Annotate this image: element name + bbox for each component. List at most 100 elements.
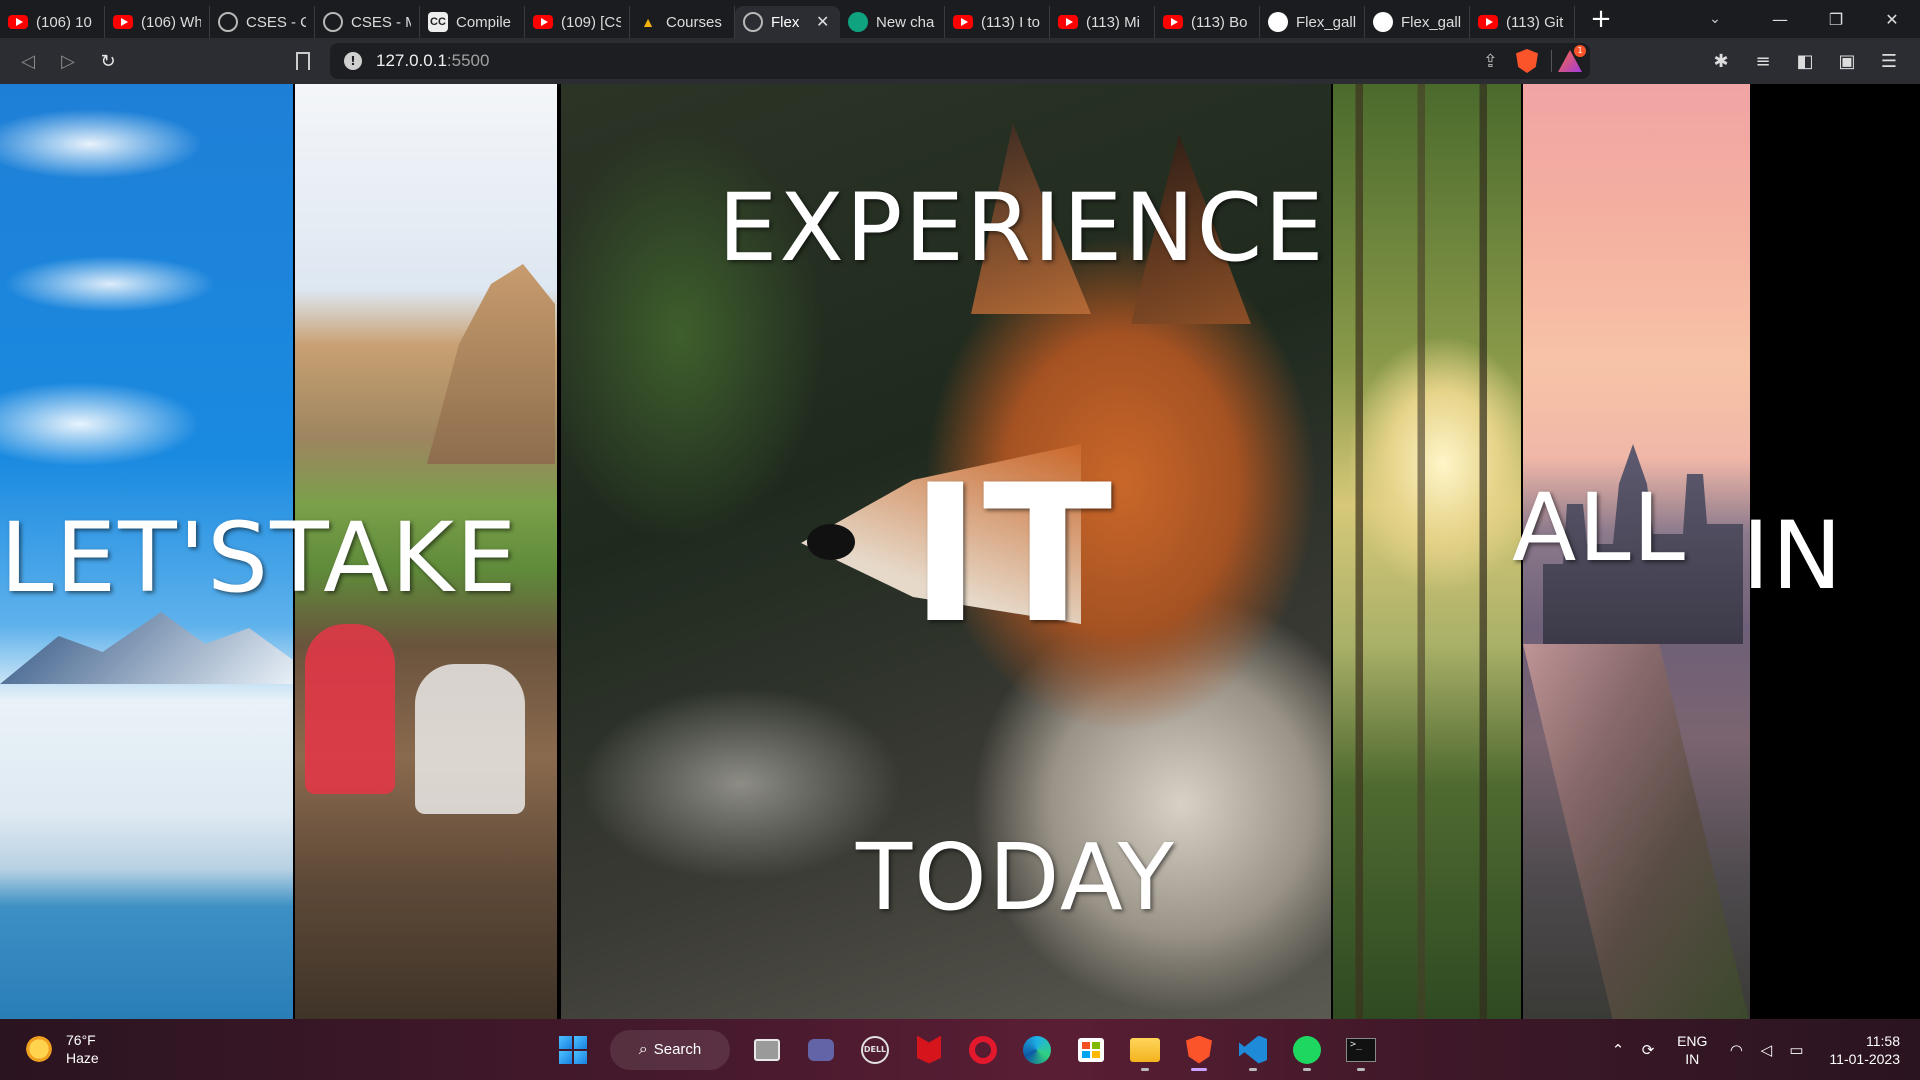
url-host: 127.0.0.1 [376, 51, 447, 70]
tab-title: (113) Bo [1191, 13, 1248, 31]
tab-title: Compile [456, 13, 512, 31]
terminal-icon: >_ [1346, 1037, 1376, 1062]
windows-icon [559, 1035, 587, 1064]
browser-tab[interactable]: CC Compile [420, 6, 525, 38]
clock-date: 11-01-2023 [1829, 1050, 1900, 1067]
courses-icon: ▲ [641, 14, 655, 30]
url-text[interactable]: 127.0.0.1:5500 [376, 51, 489, 71]
task-view-button[interactable] [745, 1028, 789, 1072]
fox-nose-image [807, 524, 855, 560]
search-icon: ⌕ [638, 1040, 648, 1058]
menu-icon[interactable]: ☰ [1868, 51, 1910, 72]
globe-icon [743, 12, 763, 32]
browser-tab[interactable]: (106) 10 [0, 6, 105, 38]
haze-sun-icon [24, 1034, 54, 1064]
vscode-button[interactable] [1231, 1028, 1275, 1072]
browser-tab[interactable]: (106) Wh [105, 6, 210, 38]
browser-tab[interactable]: Flex_gall [1260, 6, 1365, 38]
extensions-icon[interactable]: ✱ [1700, 51, 1742, 72]
language-indicator[interactable]: ENG IN [1677, 1032, 1707, 1068]
new-tab-button[interactable]: + [1581, 4, 1621, 34]
site-info-icon[interactable]: ! [344, 52, 362, 70]
bookmark-icon[interactable] [296, 52, 310, 70]
browser-tab[interactable]: CSES - C [210, 6, 315, 38]
url-port: :5500 [446, 51, 490, 70]
restore-button[interactable]: ❐ [1808, 0, 1864, 38]
clock[interactable]: 11:58 11-01-2023 [1829, 1032, 1900, 1068]
close-window-button[interactable]: ✕ [1864, 0, 1920, 38]
explorer-button[interactable] [1123, 1028, 1167, 1072]
dell-button[interactable]: DELL [853, 1028, 897, 1072]
browser-tab[interactable]: Flex ✕ [735, 6, 840, 38]
spotify-icon [1293, 1035, 1321, 1064]
volume-icon[interactable]: ◁ [1751, 1041, 1781, 1059]
tab-title: (106) 10 [36, 13, 92, 31]
battery-icon[interactable]: ▭ [1781, 1041, 1811, 1059]
terminal-button[interactable]: >_ [1339, 1028, 1383, 1072]
back-button[interactable]: ◁ [8, 41, 48, 81]
vscode-icon [1239, 1035, 1267, 1064]
wallet-icon[interactable]: ▣ [1826, 51, 1868, 72]
weather-desc: Haze [66, 1050, 99, 1066]
reload-button[interactable]: ↻ [88, 41, 128, 81]
address-bar[interactable]: ! 127.0.0.1:5500 ⇪ 1 [330, 43, 1590, 79]
edge-button[interactable] [1015, 1028, 1059, 1072]
browser-tab[interactable]: (113) I to [945, 6, 1050, 38]
share-icon[interactable]: ⇪ [1483, 51, 1498, 72]
cc-icon: CC [428, 12, 448, 32]
gallery-word-it: IT [910, 444, 1115, 665]
browser-tab[interactable]: Flex_gall [1365, 6, 1470, 38]
highway-image [1523, 644, 1750, 1019]
gallery-word-today: TODAY [856, 824, 1176, 931]
minimize-button[interactable]: — [1752, 0, 1808, 38]
browser-tab[interactable]: (113) Mi [1050, 6, 1155, 38]
tab-title: CSES - C [246, 13, 306, 31]
sidebar-icon[interactable]: ◧ [1784, 51, 1826, 72]
mcafee-button[interactable] [907, 1028, 951, 1072]
tab-title: CSES - M [351, 13, 411, 31]
teams-meet-button[interactable] [799, 1028, 843, 1072]
spotify-button[interactable] [1285, 1028, 1329, 1072]
panel-forest[interactable] [1333, 84, 1521, 1019]
start-button[interactable] [551, 1028, 595, 1072]
browser-tab[interactable]: CSES - M [315, 6, 420, 38]
cliff-image [427, 264, 555, 464]
youtube-icon [113, 15, 133, 29]
wifi-icon[interactable]: ◠ [1721, 1041, 1751, 1059]
taskbar-search[interactable]: ⌕ Search [610, 1029, 730, 1070]
task-view-icon [754, 1038, 780, 1061]
tab-title: (113) Mi [1086, 13, 1140, 31]
browser-tab[interactable]: (113) Bo [1155, 6, 1260, 38]
youtube-icon [1478, 15, 1498, 29]
store-button[interactable] [1069, 1028, 1113, 1072]
close-tab-icon[interactable]: ✕ [816, 12, 832, 32]
edge-icon [1023, 1035, 1051, 1064]
tab-title: (106) Wh [141, 13, 201, 31]
browser-tab[interactable]: New cha [840, 6, 945, 38]
mcafee-icon [917, 1035, 941, 1064]
browser-tab[interactable]: ▲ Courses [630, 6, 735, 38]
browser-tab[interactable]: (109) [CS [525, 6, 630, 38]
tab-list: (106) 10 (106) Wh CSES - C CSES - M CC Compil… [0, 0, 1575, 38]
brave-shields-icon[interactable] [1516, 49, 1538, 73]
system-tray: ⌃ ⟳ ENG IN ◠ ◁ ▭ 11:58 11-01-2023 [1603, 1019, 1920, 1080]
opera-icon [969, 1035, 997, 1064]
language-code: ENG [1677, 1032, 1708, 1049]
clock-time: 11:58 [1866, 1032, 1900, 1049]
tab-title: Courses [666, 13, 722, 31]
weather-temp: 76°F [66, 1032, 96, 1048]
divider [1551, 50, 1552, 72]
opera-button[interactable] [961, 1028, 1005, 1072]
brave-button[interactable] [1177, 1028, 1221, 1072]
weather-widget[interactable]: 76°F Haze [24, 1031, 99, 1067]
chevron-up-icon[interactable]: ⌃ [1603, 1041, 1633, 1059]
windows-taskbar: 76°F Haze ⌕ Search DELL >_ ⌃ ⟳ ENG IN ◠ ◁… [0, 1019, 1920, 1080]
github-icon [1373, 12, 1393, 32]
tab-search-icon[interactable]: ⌄ [1695, 0, 1735, 38]
browser-tab[interactable]: (113) Git [1470, 6, 1575, 38]
gallery-word-in: IN [1742, 502, 1845, 611]
forward-button[interactable]: ▷ [48, 41, 88, 81]
playlist-icon[interactable]: ≡ [1742, 51, 1784, 72]
sync-icon[interactable]: ⟳ [1633, 1041, 1663, 1059]
store-icon [1078, 1037, 1104, 1062]
